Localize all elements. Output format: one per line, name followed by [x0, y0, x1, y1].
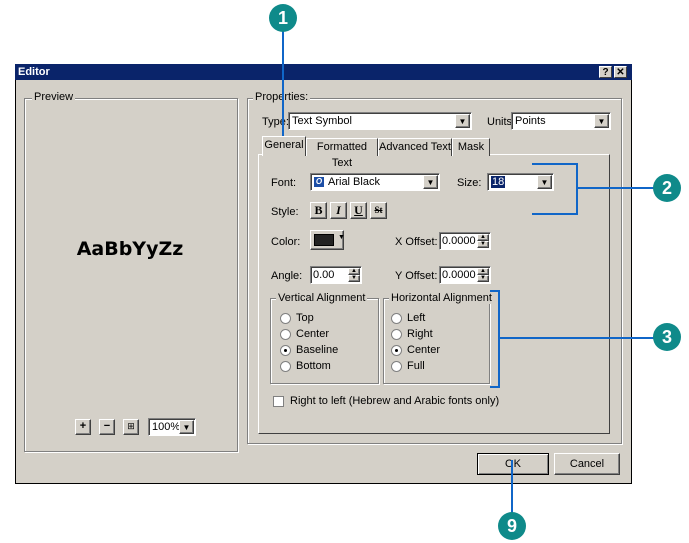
angle-label: Angle: [271, 270, 303, 282]
italic-button[interactable]: I [330, 202, 347, 219]
yoffset-label: Y Offset: [395, 270, 438, 282]
tab-general[interactable]: General [262, 136, 306, 156]
bold-button[interactable]: B [310, 202, 327, 219]
callout-1-line [282, 30, 284, 148]
xoffset-input[interactable]: 0.0000 ▲ ▼ [439, 232, 491, 250]
chevron-down-icon[interactable]: ▼ [455, 114, 470, 128]
vertical-alignment-option-label: Baseline [296, 344, 339, 356]
vertical-alignment-radio[interactable] [280, 361, 291, 372]
callout-9-line [511, 460, 513, 515]
vertical-alignment-label: Vertical Alignment [276, 292, 368, 304]
callout-2-line [578, 187, 656, 189]
callout-9: 9 [498, 512, 526, 540]
size-value: 18 [491, 176, 506, 188]
tab-formatted-text[interactable]: Formatted Text [306, 138, 378, 169]
callout-2-bracket-top [532, 163, 578, 165]
color-label: Color: [271, 236, 301, 248]
close-button[interactable]: ✕ [614, 66, 627, 78]
spin-down-icon[interactable]: ▼ [477, 241, 489, 248]
tab-advanced-text[interactable]: Advanced Text [378, 138, 452, 156]
size-select[interactable]: 18 ▼ [487, 173, 554, 191]
fit-button[interactable]: ⊞ [123, 419, 139, 435]
chevron-down-icon[interactable]: ▼ [179, 420, 194, 434]
vertical-alignment-option-label: Bottom [296, 360, 331, 372]
angle-input[interactable]: 0.00 ▲ ▼ [310, 266, 362, 284]
chevron-down-icon[interactable]: ▼ [537, 175, 552, 189]
spin-up-icon[interactable]: ▲ [477, 234, 489, 241]
underline-button[interactable]: U [350, 202, 367, 219]
rtl-label: Right to left (Hebrew and Arabic fonts o… [290, 395, 500, 407]
vertical-alignment-radio[interactable] [280, 329, 291, 340]
callout-3: 3 [653, 323, 681, 351]
opentype-font-icon: O [314, 177, 324, 187]
font-label: Font: [271, 177, 297, 189]
spin-up-icon[interactable]: ▲ [348, 268, 360, 275]
type-label: Type: [262, 116, 289, 128]
color-picker-button[interactable]: ▼ [310, 230, 345, 250]
angle-value: 0.00 [313, 269, 335, 281]
callout-2-bracket-bottom [532, 213, 578, 215]
horizontal-alignment-radio[interactable] [391, 361, 402, 372]
callout-3-bracket-side [498, 290, 500, 388]
yoffset-input[interactable]: 0.0000 ▲ ▼ [439, 266, 491, 284]
horizontal-alignment-option-label: Center [407, 344, 441, 356]
vertical-alignment-radio[interactable] [280, 345, 291, 356]
units-select[interactable]: Points ▼ [511, 112, 611, 130]
strikethrough-button[interactable]: St [370, 202, 387, 219]
color-swatch [314, 234, 334, 246]
horizontal-alignment-label: Horizontal Alignment [389, 292, 494, 304]
horizontal-alignment-radio[interactable] [391, 329, 402, 340]
spin-up-icon[interactable]: ▲ [477, 268, 489, 275]
preview-sample-text: AaBbYyZz [76, 238, 184, 260]
style-label: Style: [271, 206, 299, 218]
vertical-alignment-option-label: Center [296, 328, 330, 340]
chevron-down-icon[interactable]: ▼ [423, 175, 438, 189]
size-label: Size: [457, 177, 482, 189]
chevron-down-icon[interactable]: ▼ [594, 114, 609, 128]
horizontal-alignment-option-label: Left [407, 312, 426, 324]
zoom-select[interactable]: 100% ▼ [148, 418, 196, 436]
chevron-down-icon: ▼ [338, 234, 345, 241]
cancel-button[interactable]: Cancel [554, 453, 620, 475]
vertical-alignment-radio[interactable] [280, 313, 291, 324]
spin-down-icon[interactable]: ▼ [348, 275, 360, 282]
font-select[interactable]: O Arial Black ▼ [310, 173, 440, 191]
callout-3-line [500, 337, 656, 339]
callout-1: 1 [269, 4, 297, 32]
zoom-out-button[interactable]: − [99, 419, 115, 435]
preview-group [24, 98, 238, 452]
horizontal-alignment-radio[interactable] [391, 313, 402, 324]
window-title: Editor [18, 66, 50, 78]
horizontal-alignment-option-label: Right [407, 328, 433, 340]
xoffset-value: 0.0000 [442, 235, 476, 247]
title-bar: Editor [15, 64, 632, 80]
help-button[interactable]: ? [599, 66, 612, 78]
tab-mask[interactable]: Mask [452, 138, 490, 156]
ok-button[interactable]: OK [477, 453, 549, 475]
horizontal-alignment-radio[interactable] [391, 345, 402, 356]
horizontal-alignment-option-label: Full [407, 360, 425, 372]
callout-3-bracket-bottom [490, 386, 500, 388]
callout-2: 2 [653, 174, 681, 202]
units-value: Points [515, 115, 546, 127]
vertical-alignment-option-label: Top [296, 312, 314, 324]
zoom-in-button[interactable]: + [75, 419, 91, 435]
type-select[interactable]: Text Symbol ▼ [288, 112, 472, 130]
spin-down-icon[interactable]: ▼ [477, 275, 489, 282]
xoffset-label: X Offset: [395, 236, 438, 248]
rtl-checkbox[interactable] [273, 396, 284, 407]
yoffset-value: 0.0000 [442, 269, 476, 281]
callout-2-bracket-side [576, 163, 578, 215]
zoom-value: 100% [152, 421, 181, 433]
type-value: Text Symbol [292, 115, 352, 127]
font-value: Arial Black [328, 176, 380, 188]
preview-group-label: Preview [32, 91, 76, 103]
